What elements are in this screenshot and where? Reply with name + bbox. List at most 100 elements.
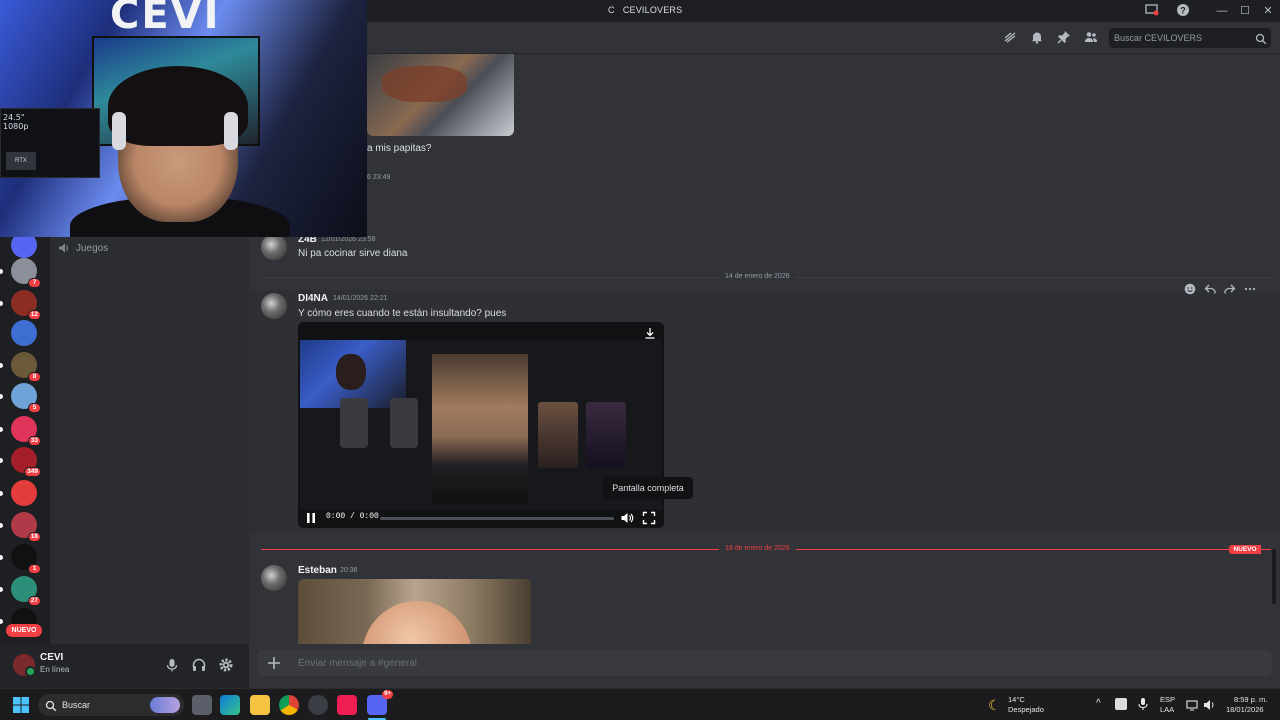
chevron-up-icon[interactable]: ^ bbox=[1096, 698, 1101, 709]
channel-label: Juegos bbox=[76, 242, 109, 254]
message-list: a mis papitas? 6 23:49 Z4B 12/01/2026 23… bbox=[249, 54, 1280, 644]
scrollbar[interactable] bbox=[1272, 549, 1276, 604]
tray-app-icon[interactable] bbox=[1115, 698, 1127, 710]
new-unreads-pill[interactable]: NUEVO bbox=[6, 624, 42, 637]
message-composer bbox=[249, 644, 1280, 688]
file-explorer-icon[interactable] bbox=[250, 695, 270, 715]
more-icon[interactable] bbox=[1244, 283, 1256, 295]
message-image-attachment[interactable] bbox=[367, 54, 514, 136]
plus-icon[interactable] bbox=[266, 655, 282, 671]
user-status: En línea bbox=[40, 665, 70, 674]
server-icon[interactable]: 1 bbox=[0, 544, 41, 574]
search-box[interactable] bbox=[1109, 28, 1271, 48]
server-icon[interactable]: 27 bbox=[0, 576, 41, 606]
clock-date[interactable]: 18/01/2026 bbox=[1226, 705, 1264, 714]
video-card bbox=[340, 398, 368, 448]
taskbar-search-label: Buscar bbox=[62, 700, 91, 710]
username: CEVI bbox=[40, 652, 64, 663]
tiktok-icon[interactable] bbox=[337, 695, 357, 715]
video-thumbnail bbox=[586, 402, 626, 468]
message-author[interactable]: DI4NA bbox=[298, 293, 328, 304]
microphone-icon[interactable] bbox=[1137, 697, 1149, 716]
language-code[interactable]: ESP bbox=[1160, 695, 1175, 704]
download-icon[interactable] bbox=[644, 326, 656, 339]
microphone-icon[interactable] bbox=[163, 656, 181, 674]
server-icon[interactable]: 349 bbox=[0, 447, 41, 477]
pin-icon[interactable] bbox=[1057, 30, 1071, 44]
discord-badge: 9+ bbox=[382, 690, 393, 699]
discord-icon[interactable]: 9+ bbox=[367, 690, 393, 715]
weather-desc: Despejado bbox=[1008, 705, 1044, 714]
minimize-button[interactable]: — bbox=[1214, 3, 1230, 19]
message-timestamp: 12/01/2026 23:58 bbox=[321, 236, 376, 243]
chrome-icon[interactable] bbox=[279, 695, 299, 715]
message-timestamp: 6 23:49 bbox=[367, 174, 391, 181]
headset bbox=[112, 112, 126, 150]
bell-icon[interactable] bbox=[1030, 30, 1044, 44]
message-input[interactable] bbox=[298, 657, 898, 669]
threads-icon[interactable] bbox=[1003, 30, 1017, 44]
weather-temp: 14°C bbox=[1008, 695, 1025, 704]
maximize-button[interactable]: ☐ bbox=[1237, 3, 1253, 19]
headset bbox=[224, 112, 238, 150]
message-content: Y cómo eres cuando te están insultando? … bbox=[298, 308, 507, 319]
help-icon[interactable]: ? bbox=[1175, 3, 1191, 19]
wall-sign: CEVI bbox=[110, 0, 221, 38]
composer-box bbox=[257, 650, 1272, 676]
server-icon[interactable] bbox=[0, 480, 37, 506]
inbox-icon[interactable] bbox=[1144, 3, 1160, 19]
volume-icon[interactable] bbox=[1203, 698, 1217, 716]
avatar[interactable] bbox=[261, 293, 287, 319]
member-list-icon[interactable] bbox=[1084, 30, 1098, 44]
message-timestamp: 14/01/2026 22:21 bbox=[333, 295, 388, 302]
emoji-icon[interactable] bbox=[1184, 283, 1196, 295]
close-button[interactable]: ✕ bbox=[1260, 3, 1276, 19]
search-highlight-icon bbox=[150, 697, 180, 713]
video-time: 0:00 / 0:00 bbox=[326, 512, 379, 521]
avatar[interactable] bbox=[261, 234, 287, 260]
search-input[interactable] bbox=[1114, 32, 1249, 44]
fullscreen-tooltip: Pantalla completa bbox=[603, 477, 693, 499]
message-author[interactable]: Esteban bbox=[298, 565, 337, 576]
voice-channel-juegos[interactable]: Juegos bbox=[58, 239, 108, 257]
moon-icon: ☾ bbox=[988, 697, 1001, 713]
task-view-icon[interactable] bbox=[192, 695, 212, 715]
gpu-box: RTX bbox=[6, 152, 36, 170]
reply-icon[interactable] bbox=[1204, 283, 1216, 295]
speaker-icon bbox=[59, 243, 69, 253]
server-icon[interactable]: 8 bbox=[0, 352, 41, 382]
message-content: Ni pa cocinar sirve diana bbox=[298, 248, 408, 259]
language-layout[interactable]: LAA bbox=[1160, 705, 1174, 714]
windows-start-icon[interactable] bbox=[12, 696, 30, 714]
video-progress-bar[interactable] bbox=[380, 517, 614, 520]
date-divider-label: 14 de enero de 2026 bbox=[719, 273, 796, 280]
video-card bbox=[390, 398, 418, 448]
monitor-label: 24.5" 1080p bbox=[3, 113, 29, 131]
server-icon[interactable]: 18 bbox=[0, 512, 41, 542]
forward-icon[interactable] bbox=[1224, 283, 1236, 295]
pause-icon[interactable] bbox=[304, 511, 318, 525]
server-icon[interactable] bbox=[11, 320, 37, 346]
gear-icon[interactable] bbox=[217, 656, 235, 674]
message-image-attachment[interactable] bbox=[298, 579, 531, 644]
headphones-icon[interactable] bbox=[190, 656, 208, 674]
network-icon[interactable] bbox=[1186, 698, 1200, 716]
video-phone-screen bbox=[432, 354, 528, 504]
edge-icon[interactable] bbox=[220, 695, 240, 715]
app-icon[interactable] bbox=[308, 695, 328, 715]
video-controls: 0:00 / 0:00 bbox=[298, 508, 664, 528]
taskbar-search[interactable]: Buscar bbox=[38, 694, 184, 716]
clock-time[interactable]: 8:59 p. m. bbox=[1234, 695, 1267, 704]
server-icon[interactable]: 7 bbox=[0, 258, 41, 288]
avatar[interactable] bbox=[261, 565, 287, 591]
server-icon[interactable]: 33 bbox=[0, 416, 41, 446]
message-timestamp: 20:36 bbox=[340, 567, 358, 574]
volume-icon[interactable] bbox=[620, 511, 634, 525]
windows-taskbar: Buscar 9+ ☾ 14°C Despejado ^ ESP LAA 8:5… bbox=[0, 688, 1280, 720]
server-icon[interactable]: 5 bbox=[0, 383, 41, 413]
svg-text:?: ? bbox=[1180, 6, 1186, 16]
server-icon[interactable]: 12 bbox=[0, 290, 41, 320]
avatar[interactable] bbox=[13, 654, 36, 677]
fullscreen-icon[interactable] bbox=[642, 511, 656, 525]
user-panel: CEVI En línea bbox=[0, 644, 249, 688]
